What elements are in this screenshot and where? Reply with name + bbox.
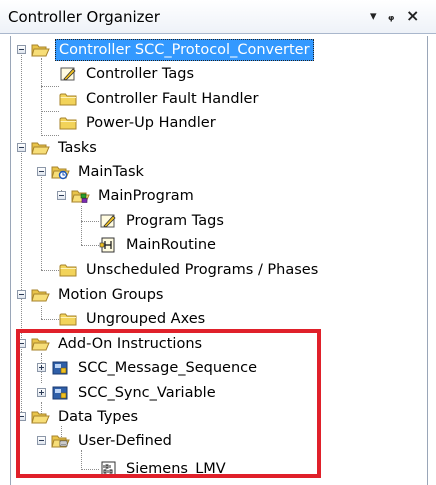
tree-line <box>81 450 82 470</box>
collapse-tasks-icon[interactable] <box>17 143 26 152</box>
tree-line <box>41 111 59 112</box>
tree-node-program-tags[interactable]: Program Tags <box>99 209 227 233</box>
folder-open-icon <box>31 336 50 352</box>
task-icon <box>51 166 70 180</box>
pin-icon[interactable]: ᵩ <box>388 9 394 24</box>
panel-title: Controller Organizer <box>8 8 160 26</box>
controller-organizer-tree: Controller SCC_Protocol_Converter Contro… <box>10 36 428 485</box>
folder-icon <box>59 91 78 107</box>
tree-node-label: MainRoutine <box>126 237 216 253</box>
collapse-add-on-icon[interactable] <box>17 339 26 348</box>
tree-node-controller[interactable]: Controller SCC_Protocol_Converter <box>31 38 314 62</box>
collapse-controller-icon[interactable] <box>17 45 26 54</box>
tree-node-add-on-instructions[interactable]: Add-On Instructions <box>31 332 205 356</box>
tree-node-aoi-sync-variable[interactable]: SCC_Sync_Variable <box>51 381 219 405</box>
collapse-data-types-icon[interactable] <box>17 412 26 421</box>
tree-line <box>41 168 42 270</box>
tree-node-powerup-handler[interactable]: Power-Up Handler <box>59 111 219 135</box>
folder-icon <box>59 311 78 327</box>
tree-node-label: Add-On Instructions <box>58 336 203 352</box>
dropdown-icon[interactable]: ▾ <box>370 9 377 24</box>
tree-line <box>81 221 99 222</box>
tree-line <box>21 354 22 420</box>
tree-node-label: Data Types <box>58 409 139 425</box>
tree-line <box>41 86 59 87</box>
tree-node-label: SCC_Sync_Variable <box>78 385 216 401</box>
tree-node-mainprogram[interactable]: MainProgram <box>71 184 197 208</box>
aoi-icon <box>52 361 68 375</box>
tree-node-user-defined[interactable]: User-Defined <box>51 429 175 453</box>
folder-icon <box>59 115 78 131</box>
tree-line <box>81 206 82 245</box>
tree-node-label: Controller SCC_Protocol_Converter <box>55 39 314 61</box>
tree-node-ungrouped-axes[interactable]: Ungrouped Axes <box>59 307 208 331</box>
folder-open-icon <box>31 409 50 425</box>
folder-icon <box>59 262 78 278</box>
tree-node-data-types[interactable]: Data Types <box>31 405 141 429</box>
tree-node-label: User-Defined <box>78 433 172 449</box>
routine-icon <box>99 237 115 253</box>
tree-node-label: MainProgram <box>98 188 194 204</box>
close-icon[interactable]: × <box>406 6 419 25</box>
tree-node-controller-tags[interactable]: Controller Tags <box>59 62 197 86</box>
folder-open-icon <box>31 42 50 58</box>
tree-node-aoi-message-sequence[interactable]: SCC_Message_Sequence <box>51 356 260 380</box>
tag-edit-icon <box>100 214 116 228</box>
tree-node-label: Controller Fault Handler <box>86 91 259 107</box>
collapse-user-defined-icon[interactable] <box>37 436 46 445</box>
tree-line <box>41 319 59 320</box>
panel-title-bar: Controller Organizer ▾ ᵩ × <box>0 0 436 34</box>
tree-node-label: SCC_Message_Sequence <box>78 360 258 376</box>
tree-node-fault-handler[interactable]: Controller Fault Handler <box>59 87 261 111</box>
tree-node-unscheduled[interactable]: Unscheduled Programs / Phases <box>59 258 321 282</box>
collapse-mainprogram-icon[interactable] <box>57 191 66 200</box>
tree-node-label: Unscheduled Programs / Phases <box>86 262 319 278</box>
tree-node-label: Siemens_LMV <box>126 461 226 477</box>
data-type-icon <box>101 461 116 477</box>
tree-line <box>81 245 99 246</box>
tree-line <box>41 306 42 319</box>
collapse-motion-groups-icon[interactable] <box>17 290 26 299</box>
tree-line <box>21 46 22 354</box>
tree-line <box>81 469 99 470</box>
tag-edit-icon <box>60 67 76 81</box>
tree-node-motion-groups[interactable]: Motion Groups <box>31 283 166 307</box>
folder-open-icon <box>31 140 50 156</box>
expand-aoi-sync-icon[interactable] <box>37 388 46 397</box>
tree-node-label: Motion Groups <box>58 287 164 303</box>
tree-node-label: Power-Up Handler <box>86 115 216 131</box>
tree-node-label: Program Tags <box>126 213 224 229</box>
tree-node-siemens-lmv[interactable]: Siemens_LMV <box>99 457 229 481</box>
folder-open-icon <box>31 287 50 303</box>
tree-node-label: MainTask <box>78 164 144 180</box>
aoi-icon <box>52 386 68 400</box>
user-defined-folder-icon <box>51 435 70 448</box>
tree-line <box>41 270 59 271</box>
expand-aoi-message-icon[interactable] <box>37 363 46 372</box>
tree-node-label: Controller Tags <box>86 66 195 82</box>
tree-node-tasks[interactable]: Tasks <box>31 136 100 160</box>
program-icon <box>71 190 90 203</box>
tree-node-mainroutine[interactable]: MainRoutine <box>99 233 219 257</box>
collapse-maintask-icon[interactable] <box>37 167 46 176</box>
tree-node-maintask[interactable]: MainTask <box>51 160 147 184</box>
tree-node-label: Tasks <box>58 140 97 156</box>
tree-line <box>41 58 42 136</box>
tree-node-label: Ungrouped Axes <box>86 311 206 327</box>
